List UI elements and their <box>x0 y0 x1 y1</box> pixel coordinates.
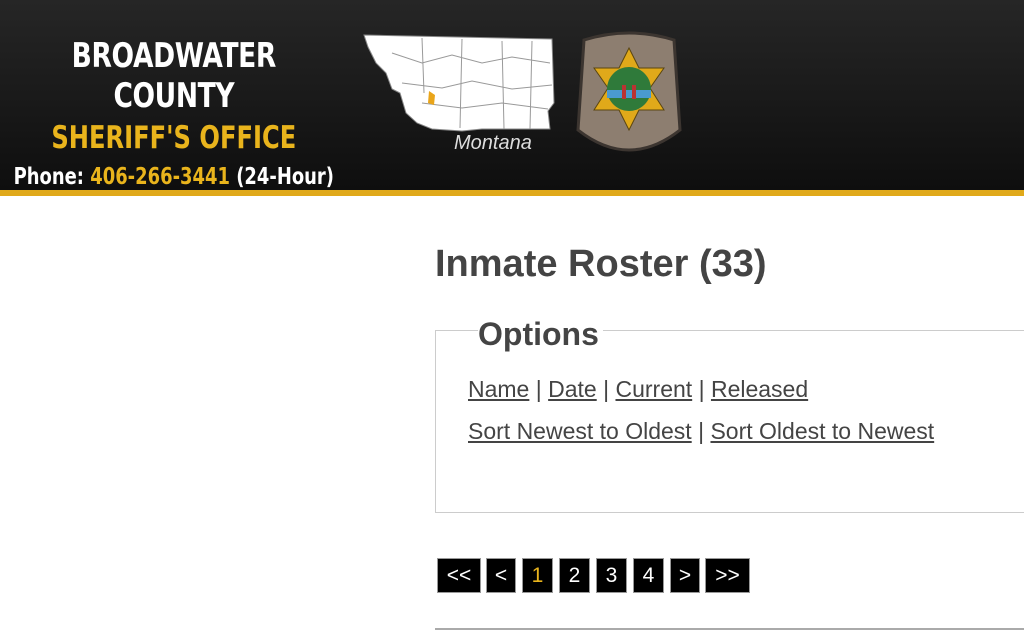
page-2-button[interactable]: 2 <box>559 558 590 593</box>
sort-newest-link[interactable]: Sort Newest to Oldest <box>468 418 692 444</box>
page-1-button[interactable]: 1 <box>522 558 553 593</box>
divider <box>435 628 1024 630</box>
phone-note: (24-Hour) <box>236 164 334 190</box>
separator: | <box>603 376 610 402</box>
first-page-button[interactable]: << <box>437 558 481 593</box>
sort-oldest-link[interactable]: Sort Oldest to Newest <box>710 418 934 444</box>
header-stripe <box>0 190 1024 196</box>
prev-page-button[interactable]: < <box>486 558 516 593</box>
sheriff-badge-logo <box>576 31 682 152</box>
last-page-button[interactable]: >> <box>705 558 750 593</box>
separator: | <box>535 376 542 402</box>
page-title: Inmate Roster (33) <box>435 243 767 285</box>
county-name: BROADWATER COUNTY <box>71 36 277 116</box>
filter-date-link[interactable]: Date <box>548 376 597 402</box>
filter-current-link[interactable]: Current <box>615 376 692 402</box>
office-name: SHERIFF'S OFFICE <box>51 120 297 156</box>
phone-label: Phone: <box>13 164 84 190</box>
options-legend: Options <box>478 316 603 353</box>
filter-name-link[interactable]: Name <box>468 376 529 402</box>
site-logo-text[interactable]: BROADWATER COUNTY SHERIFF'S OFFICE Phone… <box>10 36 338 190</box>
page-4-button[interactable]: 4 <box>633 558 664 593</box>
separator: | <box>698 376 705 402</box>
phone-number: 406-266-3441 <box>90 164 230 190</box>
sort-links: Sort Newest to Oldest | Sort Oldest to N… <box>468 418 934 445</box>
next-page-button[interactable]: > <box>670 558 700 593</box>
montana-map-icon: Montana <box>363 34 555 154</box>
filter-links: Name | Date | Current | Released <box>468 376 808 403</box>
phone-line: Phone: 406-266-3441 (24-Hour) <box>10 164 338 190</box>
map-label: Montana <box>454 132 532 154</box>
page-3-button[interactable]: 3 <box>596 558 627 593</box>
filter-released-link[interactable]: Released <box>711 376 808 402</box>
separator: | <box>698 418 705 444</box>
